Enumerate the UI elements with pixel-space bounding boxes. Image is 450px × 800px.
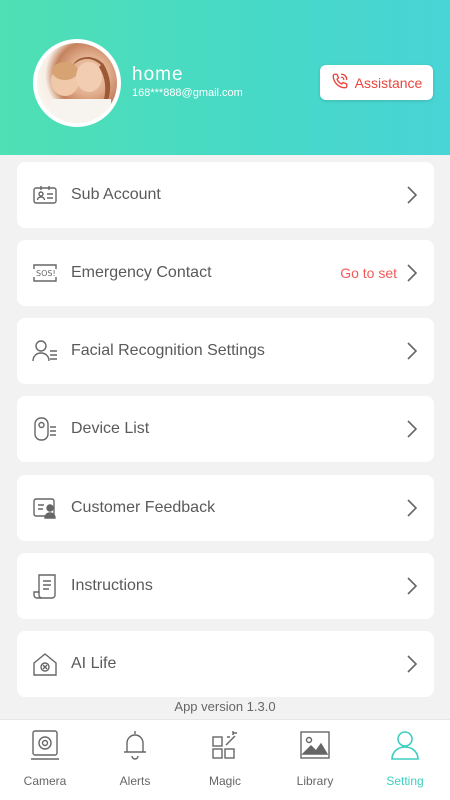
tab-setting[interactable]: Setting [360, 720, 450, 800]
tab-label: Camera [23, 774, 67, 788]
magic-grid-icon [208, 728, 242, 762]
menu-item-instructions[interactable]: Instructions [17, 553, 434, 619]
menu-item-facial-recognition[interactable]: Facial Recognition Settings [17, 318, 434, 384]
menu-item-ai-life[interactable]: AI Life [17, 631, 434, 697]
menu-label: Customer Feedback [71, 499, 216, 516]
id-card-icon [31, 181, 59, 209]
menu-label: Device List [71, 420, 150, 437]
chevron-right-icon [406, 419, 418, 439]
avatar-photo [37, 43, 117, 123]
tab-label: Alerts [119, 774, 151, 788]
avatar[interactable] [33, 39, 121, 127]
chevron-right-icon [406, 576, 418, 596]
tab-alerts[interactable]: Alerts [90, 720, 180, 800]
menu-item-emergency-contact[interactable]: SOS! Emergency Contact Go to set [17, 240, 434, 306]
chevron-right-icon [406, 185, 418, 205]
user-email: 168***888@gmail.com [132, 87, 243, 99]
camera-device-icon [31, 415, 59, 443]
bell-icon [118, 728, 152, 762]
sos-icon: SOS! [31, 259, 59, 287]
ai-home-icon [31, 650, 59, 678]
menu-item-sub-account[interactable]: Sub Account [17, 162, 434, 228]
feedback-icon [31, 494, 59, 522]
bottom-tab-bar: Camera Alerts Magic Library Setting [0, 719, 450, 800]
profile-header: home 168***888@gmail.com Assistance [0, 0, 450, 155]
menu-label: Facial Recognition Settings [71, 342, 265, 359]
svg-text:SOS!: SOS! [36, 269, 56, 278]
user-name: home [132, 64, 184, 85]
tab-library[interactable]: Library [270, 720, 360, 800]
tab-label: Library [296, 774, 334, 788]
app-version: App version 1.3.0 [174, 699, 276, 714]
menu-label: AI Life [71, 655, 117, 672]
face-user-icon [31, 337, 59, 365]
go-to-set-link[interactable]: Go to set [340, 265, 397, 281]
image-library-icon [298, 728, 332, 762]
menu-item-customer-feedback[interactable]: Customer Feedback [17, 475, 434, 541]
menu-label: Emergency Contact [71, 264, 212, 281]
assistance-button[interactable]: Assistance [320, 65, 433, 100]
chevron-right-icon [406, 263, 418, 283]
assistance-label: Assistance [354, 74, 423, 91]
camera-icon [28, 728, 62, 762]
document-icon [31, 572, 59, 600]
tab-camera[interactable]: Camera [0, 720, 90, 800]
menu-item-device-list[interactable]: Device List [17, 396, 434, 462]
chevron-right-icon [406, 341, 418, 361]
menu-label: Instructions [71, 577, 153, 594]
chevron-right-icon [406, 654, 418, 674]
tab-label: Magic [208, 774, 241, 788]
phone-icon [331, 72, 349, 93]
tab-label: Setting [386, 774, 424, 788]
avatar-image-icon [51, 57, 111, 123]
user-setting-icon [388, 728, 422, 762]
menu-label: Sub Account [71, 186, 161, 203]
tab-magic[interactable]: Magic [180, 720, 270, 800]
chevron-right-icon [406, 498, 418, 518]
